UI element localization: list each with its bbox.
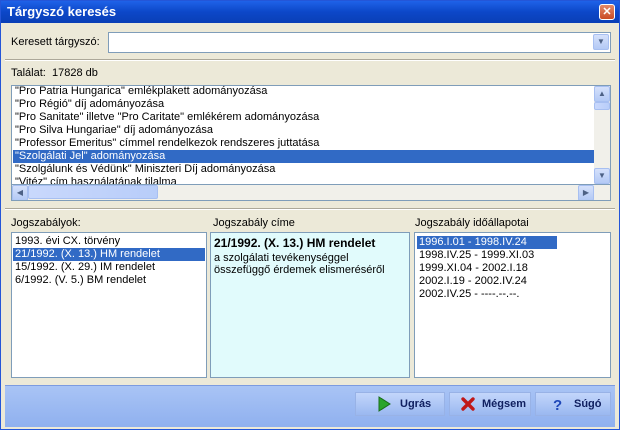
cim-body: a szolgálati tevékenységgel összefüggő é… — [214, 252, 385, 276]
results-list-item[interactable]: "Szolgálunk és Védünk" Miniszteri Díj ad… — [13, 163, 594, 176]
window-title: Tárgyszó keresés — [7, 4, 117, 19]
search-label: Keresett tárgyszó: — [11, 36, 100, 48]
result-count: 17828 db — [51, 67, 98, 79]
results-list-item[interactable]: "Pro Silva Hungariae" díj adományozása — [13, 124, 594, 137]
idoallapot-list-item[interactable]: 2002.IV.25 - ----.--.--. — [417, 288, 557, 301]
dialog-window: Tárgyszó keresés ✕ Keresett tárgyszó: ▼ … — [0, 0, 620, 430]
jogszabalyok-listbox[interactable]: 1993. évi CX. törvény 21/1992. (X. 13.) H… — [11, 232, 207, 378]
divider-top — [5, 59, 615, 61]
idoallapot-list-item[interactable]: 1999.XI.04 - 2002.I.18 — [417, 262, 557, 275]
close-icon[interactable]: ✕ — [599, 4, 615, 20]
scroll-up-icon[interactable]: ▲ — [594, 86, 610, 102]
megsem-button[interactable]: Mégsem — [449, 392, 531, 416]
jogszabaly-list-item[interactable]: 21/1992. (X. 13.) HM rendelet — [13, 248, 205, 261]
results-list[interactable]: "Pro Patria Hungarica" emlékplakett adom… — [13, 86, 594, 184]
divider-middle — [5, 208, 615, 210]
cancel-x-icon — [461, 397, 475, 411]
results-list-item[interactable]: "Szolgálati Jel" adományozása — [13, 150, 594, 163]
result-label: Találat: 17828 db — [11, 67, 98, 79]
scroll-right-icon[interactable]: ▶ — [578, 185, 594, 200]
scroll-thumb[interactable] — [594, 102, 610, 110]
sugo-label: Súgó — [574, 398, 602, 410]
scroll-down-icon[interactable]: ▼ — [594, 168, 610, 184]
jogszabaly-list-item[interactable]: 15/1992. (X. 29.) IM rendelet — [13, 261, 205, 274]
search-combobox[interactable]: ▼ — [108, 32, 611, 53]
cim-heading: 21/1992. (X. 13.) HM rendelet — [214, 236, 376, 250]
scroll-left-icon[interactable]: ◀ — [12, 185, 28, 200]
results-listbox[interactable]: "Pro Patria Hungarica" emlékplakett adom… — [11, 85, 611, 185]
hscroll-thumb[interactable] — [28, 185, 158, 199]
title-bar[interactable]: Tárgyszó keresés ✕ — [1, 1, 619, 23]
results-list-item[interactable]: "Pro Sanitate" illetve "Pro Caritate" em… — [13, 111, 594, 124]
sugo-button[interactable]: ? Súgó — [535, 392, 611, 416]
play-arrow-icon — [378, 396, 391, 412]
jogszabaly-list-item[interactable]: 6/1992. (V. 5.) BM rendelet — [13, 274, 205, 287]
cim-label: Jogszabály címe — [213, 217, 295, 229]
results-list-item[interactable]: "Professor Emeritus" címmel rendelkezok … — [13, 137, 594, 150]
results-list-item[interactable]: "Vitéz" cím használatának tilalma — [13, 176, 594, 184]
jogszabalyok-label: Jogszabályok: — [11, 217, 81, 229]
chevron-down-icon[interactable]: ▼ — [593, 34, 609, 50]
idoallapot-list-item[interactable]: 1998.IV.25 - 1999.XI.03 — [417, 249, 557, 262]
jogszabalyok-list[interactable]: 1993. évi CX. törvény 21/1992. (X. 13.) H… — [13, 235, 205, 287]
button-bar: Ugrás Mégsem ? Súgó — [5, 385, 615, 427]
results-list-item[interactable]: "Pro Régió" díj adományozása — [13, 98, 594, 111]
help-question-icon: ? — [553, 397, 562, 412]
ugras-button[interactable]: Ugrás — [355, 392, 445, 416]
jogszabaly-list-item[interactable]: 1993. évi CX. törvény — [13, 235, 205, 248]
idoallapot-list-item[interactable]: 2002.I.19 - 2002.IV.24 — [417, 275, 557, 288]
svg-text:?: ? — [553, 397, 562, 412]
results-scrollbar[interactable]: ▲ ▼ — [594, 86, 610, 184]
results-hscrollbar[interactable]: ◀ ▶ — [11, 185, 611, 201]
idoallapot-label: Jogszabály időállapotai — [415, 217, 529, 229]
megsem-label: Mégsem — [482, 398, 527, 410]
idoallapot-list[interactable]: 1996.I.01 - 1998.IV.24 1998.IV.25 - 1999.… — [417, 236, 557, 301]
result-label-text: Találat: — [11, 67, 46, 79]
cim-panel: 21/1992. (X. 13.) HM rendelet a szolgála… — [210, 232, 410, 378]
ugras-label: Ugrás — [400, 398, 432, 410]
idoallapot-listbox[interactable]: 1996.I.01 - 1998.IV.24 1998.IV.25 - 1999.… — [414, 232, 611, 378]
results-list-item[interactable]: "Pro Patria Hungarica" emlékplakett adom… — [13, 86, 594, 98]
idoallapot-list-item[interactable]: 1996.I.01 - 1998.IV.24 — [417, 236, 557, 249]
